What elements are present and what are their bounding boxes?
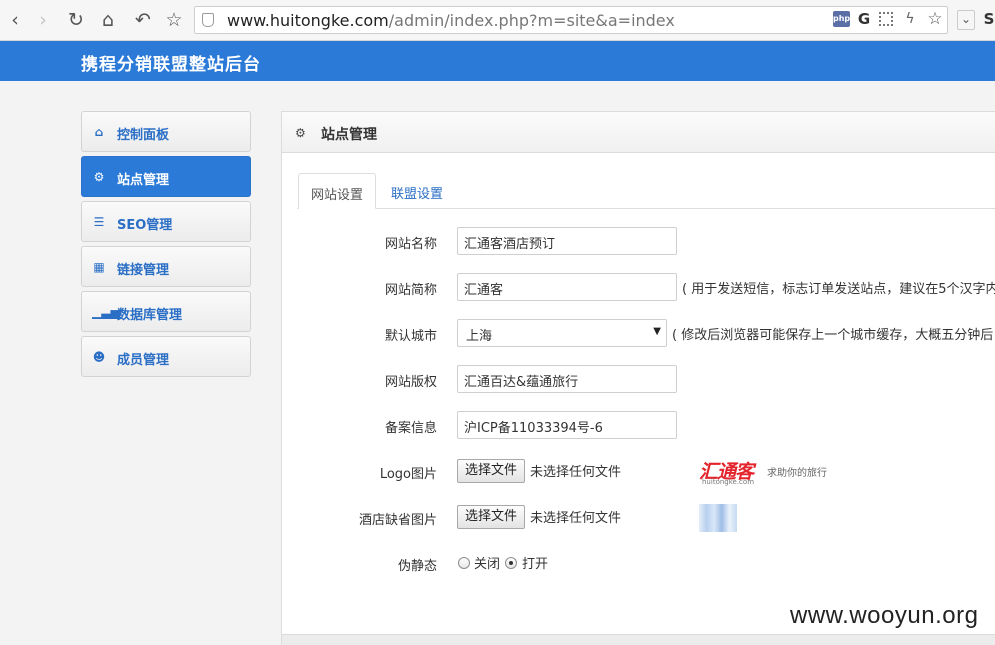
hotel-image-choose-file-button[interactable]: 选择文件	[457, 505, 525, 529]
default-city-select[interactable]: 上海 ▼	[457, 319, 667, 347]
user-icon: ☻	[92, 350, 106, 364]
default-city-value: 上海	[466, 329, 493, 344]
short-name-hint: ( 用于发送短信，标志订单发送站点，建议在5个汉字内	[682, 282, 995, 297]
url-host: www.huitongke.com	[227, 11, 389, 30]
cogs-icon: ⚙	[295, 126, 306, 140]
rewrite-off-radio[interactable]	[458, 557, 470, 569]
watermark: www.wooyun.org	[790, 602, 979, 629]
browser-toolbar: ‹ › ↻ ⌂ ↶ ☆ www.huitongke.com/admin/inde…	[0, 0, 995, 41]
tab-alliance-settings[interactable]: 联盟设置	[379, 173, 455, 209]
rewrite-on-label: 打开	[522, 557, 549, 572]
site-settings-panel: ⚙ 站点管理 网站设置 联盟设置 网站名称 汇通客酒店预订 网站简称 汇通客 (…	[281, 111, 995, 645]
panel-title: 站点管理	[321, 127, 377, 143]
default-city-label: 默认城市	[384, 329, 437, 344]
logo-label: Logo图片	[379, 467, 437, 482]
sidebar-item-seo[interactable]: ☰ SEO管理	[81, 201, 251, 242]
page-info-icon[interactable]	[202, 13, 214, 27]
chevron-down-icon[interactable]: ⌄	[957, 10, 975, 30]
tab-site-settings[interactable]: 网站设置	[298, 173, 376, 209]
panel-footer	[282, 634, 995, 645]
rewrite-on-radio[interactable]	[505, 557, 517, 569]
site-name-input[interactable]: 汇通客酒店预订	[457, 227, 677, 255]
sidebar-item-site[interactable]: ⚙ 站点管理	[81, 156, 251, 197]
g-extension-icon[interactable]: G	[856, 11, 872, 27]
sidebar-item-label: 链接管理	[117, 263, 170, 278]
logo-choose-file-button[interactable]: 选择文件	[457, 459, 525, 483]
s-extension-icon[interactable]: S	[982, 11, 995, 27]
panel-header: ⚙ 站点管理	[282, 112, 995, 153]
url-path: /admin/index.php?m=site&a=index	[388, 11, 675, 30]
sidebar-item-label: 数据库管理	[117, 308, 183, 323]
sidebar-item-links[interactable]: ▦ 链接管理	[81, 246, 251, 287]
home-icon[interactable]: ⌂	[97, 9, 119, 31]
dropdown-arrow-icon: ▼	[653, 326, 661, 337]
logo-file-status: 未选择任何文件	[530, 465, 622, 480]
reload-icon[interactable]: ↻	[65, 9, 87, 31]
logo-preview-image: 汇通客 huitongke.com 求助你的旅行	[699, 457, 839, 487]
grid-icon: ▦	[93, 260, 105, 274]
rewrite-label: 伪静态	[397, 559, 437, 574]
app-header: 携程分销联盟整站后台	[0, 41, 995, 81]
bolt-icon[interactable]: ϟ	[903, 11, 917, 27]
rewrite-off-label: 关闭	[474, 557, 501, 572]
sidebar-item-dashboard[interactable]: ⌂ 控制面板	[81, 111, 251, 152]
php-extension-icon[interactable]: php	[833, 11, 850, 27]
forward-icon[interactable]: ›	[32, 9, 54, 31]
list-icon: ☰	[93, 215, 105, 229]
sidebar-item-members[interactable]: ☻ 成员管理	[81, 336, 251, 377]
icp-label: 备案信息	[384, 421, 437, 436]
url-text: www.huitongke.com/admin/index.php?m=site…	[227, 11, 675, 30]
default-city-hint: ( 修改后浏览器可能保存上一个城市缓存，大概五分钟后	[672, 328, 994, 343]
favorite-star-icon[interactable]: ☆	[926, 11, 944, 28]
hotel-image-label: 酒店缺省图片	[358, 513, 437, 528]
bookmark-star-icon[interactable]: ☆	[163, 9, 185, 31]
signal-icon: ▁▃▅	[92, 305, 120, 319]
copyright-label: 网站版权	[384, 375, 437, 390]
qr-code-icon[interactable]	[879, 12, 893, 26]
short-name-input[interactable]: 汇通客	[457, 273, 677, 301]
sidebar-item-label: 站点管理	[117, 173, 170, 188]
sidebar-item-label: 控制面板	[117, 128, 170, 143]
short-name-label: 网站简称	[384, 283, 437, 298]
hotel-default-image-preview	[699, 504, 737, 532]
site-name-label: 网站名称	[384, 237, 437, 252]
sidebar-item-label: 成员管理	[117, 353, 170, 368]
copyright-input[interactable]: 汇通百达&蕴通旅行	[457, 365, 677, 393]
logo-domain: huitongke.com	[702, 478, 755, 486]
sidebar-item-label: SEO管理	[117, 218, 173, 233]
sidebar-item-database[interactable]: ▁▃▅ 数据库管理	[81, 291, 251, 332]
app-title: 携程分销联盟整站后台	[81, 55, 261, 75]
logo-slogan: 求助你的旅行	[767, 468, 827, 479]
icp-input[interactable]: 沪ICP备11033394号-6	[457, 411, 677, 439]
undo-icon[interactable]: ↶	[132, 9, 154, 31]
hotel-image-file-status: 未选择任何文件	[530, 511, 622, 526]
back-icon[interactable]: ‹	[4, 9, 26, 31]
cogs-icon: ⚙	[93, 170, 105, 184]
home-icon: ⌂	[94, 125, 104, 139]
